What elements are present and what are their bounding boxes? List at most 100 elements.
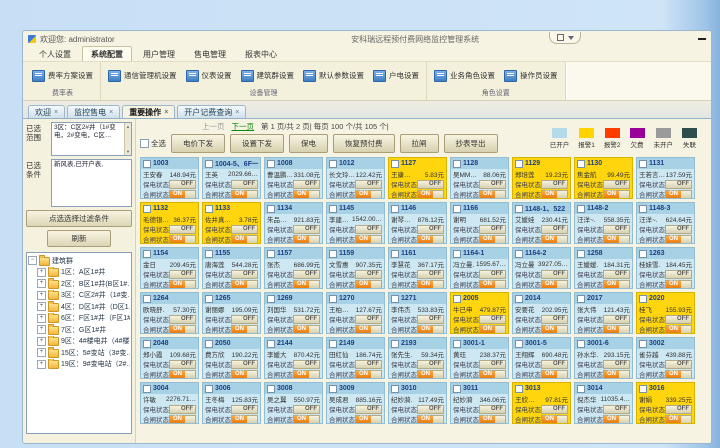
switch-toggle[interactable]: ON	[169, 235, 196, 244]
protect-toggle[interactable]: OFF	[169, 270, 196, 279]
switch-toggle[interactable]: ON	[541, 190, 568, 199]
card-checkbox[interactable]	[329, 250, 337, 258]
protect-toggle[interactable]: OFF	[169, 360, 196, 369]
protect-toggle[interactable]: OFF	[417, 405, 444, 414]
expand-icon[interactable]: +	[37, 360, 46, 369]
switch-toggle[interactable]: ON	[231, 415, 258, 424]
protect-toggle[interactable]: OFF	[541, 270, 568, 279]
meter-card[interactable]: 3010 纪妙漪. 117.49元 保电状态 OFF 合闸状态 ON	[388, 382, 447, 424]
protect-toggle[interactable]: OFF	[231, 270, 258, 279]
card-checkbox[interactable]	[205, 205, 213, 213]
card-checkbox[interactable]	[515, 250, 523, 258]
protect-toggle[interactable]: OFF	[417, 360, 444, 369]
scroll-down-icon[interactable]: ▼	[126, 149, 130, 154]
card-checkbox[interactable]	[205, 295, 213, 303]
switch-toggle[interactable]: ON	[355, 190, 382, 199]
card-checkbox[interactable]	[453, 295, 461, 303]
meter-card[interactable]: 3011 纪妙漪 346.06元 保电状态 OFF 合闸状态 ON	[450, 382, 509, 424]
card-checkbox[interactable]	[143, 340, 151, 348]
protect-toggle[interactable]: OFF	[355, 360, 382, 369]
protect-toggle[interactable]: OFF	[293, 270, 320, 279]
protect-toggle[interactable]: OFF	[417, 225, 444, 234]
protect-toggle[interactable]: OFF	[479, 360, 506, 369]
tree-item[interactable]: + 2区：B区1#井(B区1#…	[28, 278, 130, 290]
card-checkbox[interactable]	[329, 385, 337, 393]
protect-toggle[interactable]: OFF	[479, 270, 506, 279]
menu-tab[interactable]: 用户管理	[135, 47, 183, 61]
expand-icon[interactable]: +	[37, 279, 46, 288]
card-checkbox[interactable]	[577, 295, 585, 303]
tree-item[interactable]: + 9区：4#楼电井（4#楼…	[28, 336, 130, 348]
protect-toggle[interactable]: OFF	[665, 360, 692, 369]
meter-card[interactable]: 3009 吴成君 885.16元 保电状态 OFF 合闸状态 ON	[326, 382, 385, 424]
expand-icon[interactable]: +	[37, 268, 46, 277]
meter-card[interactable]: 1004-5、6F一 王英 2029.66… 保电状态 OFF 合闸状态 ON	[202, 157, 261, 199]
card-checkbox[interactable]	[577, 250, 585, 258]
close-icon[interactable]: ×	[235, 109, 239, 116]
card-checkbox[interactable]	[205, 340, 213, 348]
protect-toggle[interactable]: OFF	[417, 270, 444, 279]
protect-toggle[interactable]: OFF	[603, 180, 630, 189]
card-checkbox[interactable]	[391, 295, 399, 303]
card-checkbox[interactable]	[453, 250, 461, 258]
switch-toggle[interactable]: ON	[479, 280, 506, 289]
card-checkbox[interactable]	[453, 205, 461, 213]
protect-toggle[interactable]: OFF	[293, 360, 320, 369]
card-checkbox[interactable]	[329, 205, 337, 213]
switch-toggle[interactable]: ON	[231, 280, 258, 289]
switch-toggle[interactable]: ON	[417, 370, 444, 379]
ribbon-button[interactable]: 默认参数设置	[303, 70, 364, 82]
protect-toggle[interactable]: OFF	[479, 225, 506, 234]
protect-toggle[interactable]: OFF	[355, 405, 382, 414]
pick-filter-button[interactable]: 点选选择过滤条件	[26, 210, 132, 227]
protect-toggle[interactable]: OFF	[169, 225, 196, 234]
card-checkbox[interactable]	[143, 250, 151, 258]
switch-toggle[interactable]: ON	[479, 190, 506, 199]
selected-cond-box[interactable]: 新风表,已开户表,	[51, 159, 132, 207]
meter-card[interactable]: 1130 焦金航 99.49元 保电状态 OFF 合闸状态 ON	[574, 157, 633, 199]
tree-item[interactable]: + 6区：F区1#井（F区1#…	[28, 313, 130, 325]
scrollbar[interactable]: ▲▼	[124, 123, 131, 155]
protect-toggle[interactable]: OFF	[665, 405, 692, 414]
meter-card[interactable]: 1133 佐井真… 3.78元 保电状态 OFF 合闸状态 ON	[202, 202, 261, 244]
protect-toggle[interactable]: OFF	[231, 180, 258, 189]
toolbar-button[interactable]: 设置下发	[230, 134, 284, 153]
meter-card[interactable]: 1145 李建先… 1542.00… 保电状态 OFF 合闸状态 ON	[326, 202, 385, 244]
protect-toggle[interactable]: OFF	[603, 360, 630, 369]
refresh-button[interactable]: 刷新	[47, 230, 111, 247]
switch-toggle[interactable]: ON	[541, 325, 568, 334]
expand-icon[interactable]: +	[37, 291, 46, 300]
protect-toggle[interactable]: OFF	[293, 405, 320, 414]
ribbon-button[interactable]: 户电设置	[373, 70, 419, 82]
card-checkbox[interactable]	[267, 340, 275, 348]
meter-card[interactable]: 2005 牛已申 479.87元 保电状态 OFF 合闸状态 ON	[450, 292, 509, 334]
protect-toggle[interactable]: OFF	[355, 315, 382, 324]
card-checkbox[interactable]	[391, 205, 399, 213]
card-checkbox[interactable]	[577, 340, 585, 348]
meter-card[interactable]: 2014 安要花 202.95元 保电状态 OFF 合闸状态 ON	[512, 292, 571, 334]
menu-tab[interactable]: 报表中心	[237, 47, 285, 61]
card-checkbox[interactable]	[515, 385, 523, 393]
meter-card[interactable]: 1003 王安春 148.94元 保电状态 OFF 合闸状态 ON	[140, 157, 199, 199]
tree-item[interactable]: + 15区：5#变站（3#变…	[28, 347, 130, 359]
meter-card[interactable]: 3001-5 王翔辉 690.48元 保电状态 OFF 合闸状态 ON	[512, 337, 571, 379]
protect-toggle[interactable]: OFF	[665, 225, 692, 234]
meter-card[interactable]: 3002 雀芬越 439.88元 保电状态 OFF 合闸状态 ON	[636, 337, 695, 379]
meter-card[interactable]: 1164-2 冯立曼 3927.05… 保电状态 OFF 合闸状态 ON	[512, 247, 571, 289]
card-checkbox[interactable]	[143, 385, 151, 393]
meter-card[interactable]: 2193 张先生. 59.34元 保电状态 OFF 合闸状态 ON	[388, 337, 447, 379]
protect-toggle[interactable]: OFF	[541, 225, 568, 234]
protect-toggle[interactable]: OFF	[417, 180, 444, 189]
card-checkbox[interactable]	[267, 385, 275, 393]
protect-toggle[interactable]: OFF	[665, 270, 692, 279]
switch-toggle[interactable]: ON	[293, 235, 320, 244]
expand-icon[interactable]: +	[37, 337, 46, 346]
protect-toggle[interactable]: OFF	[479, 405, 506, 414]
card-checkbox[interactable]	[391, 250, 399, 258]
protect-toggle[interactable]: OFF	[169, 180, 196, 189]
collapse-icon[interactable]: −	[28, 256, 37, 265]
toolbar-button[interactable]: 恢复预付费	[333, 134, 395, 153]
switch-toggle[interactable]: ON	[231, 325, 258, 334]
card-checkbox[interactable]	[453, 340, 461, 348]
meter-card[interactable]: 1148-2 汪洋~. 558.35元 保电状态 OFF 合闸状态 ON	[574, 202, 633, 244]
